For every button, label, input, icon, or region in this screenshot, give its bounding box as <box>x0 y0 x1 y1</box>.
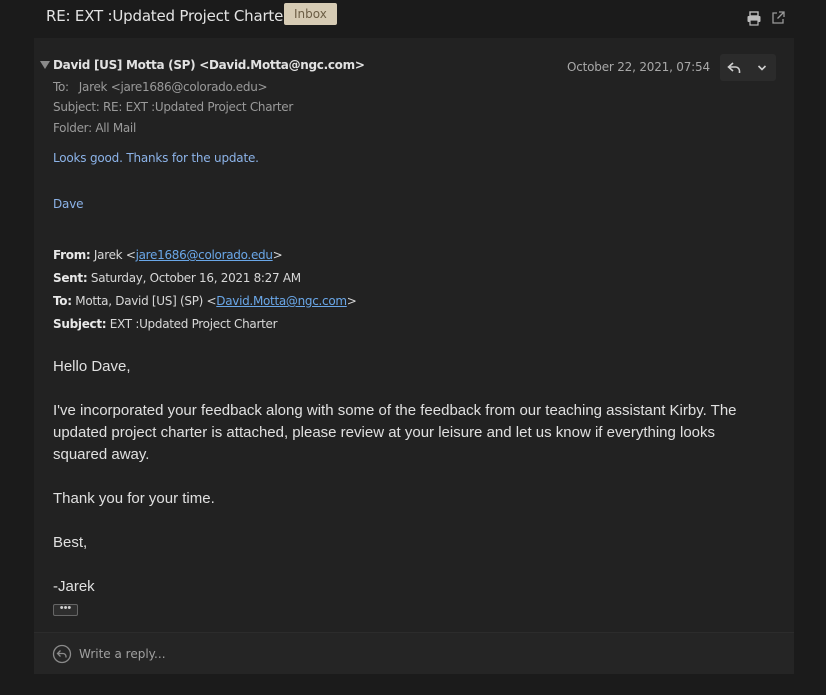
quoted-sent-label: Sent: <box>53 271 88 285</box>
conversation-header: RE: EXT :Updated Project Charter Inbox <box>0 0 826 38</box>
quoted-to-name: Motta, David [US] (SP) < <box>71 294 217 308</box>
quoted-sent-value: Saturday, October 16, 2021 8:27 AM <box>87 271 301 285</box>
quoted-subject-line: Subject: EXT :Updated Project Charter <box>53 317 278 331</box>
quoted-subject-label: Subject: <box>53 317 107 331</box>
print-icon[interactable] <box>746 10 762 26</box>
quoted-sent-line: Sent: Saturday, October 16, 2021 8:27 AM <box>53 271 301 285</box>
quoted-to-label: To: <box>53 294 72 308</box>
message-card: David [US] Motta (SP) <David.Motta@ngc.c… <box>34 38 794 674</box>
header-actions <box>746 10 786 26</box>
collapse-triangle-icon[interactable] <box>40 61 50 69</box>
more-actions-button[interactable] <box>748 54 776 81</box>
body-paragraph: I've incorporated your feedback along wi… <box>53 402 737 463</box>
body-name: -Jarek <box>53 578 95 595</box>
conversation-subject: RE: EXT :Updated Project Charter <box>46 7 290 25</box>
reply-signature: Dave <box>53 197 84 211</box>
quoted-to-email-link[interactable]: David.Motta@ngc.com <box>216 294 347 308</box>
show-trimmed-content-button[interactable]: ••• <box>53 603 78 616</box>
reply-circle-icon <box>52 644 72 664</box>
quoted-to-line: To: Motta, David [US] (SP) <David.Motta@… <box>53 294 357 308</box>
reply-text: Looks good. Thanks for the update. <box>53 151 259 165</box>
to-label: To: <box>53 80 69 94</box>
popout-icon[interactable] <box>770 10 786 26</box>
reply-button[interactable] <box>720 54 748 81</box>
quoted-from-line: From: Jarek <jare1686@colorado.edu> <box>53 248 283 262</box>
reply-box[interactable]: Write a reply... <box>34 632 794 674</box>
message-date: October 22, 2021, 07:54 <box>567 60 710 74</box>
inbox-label-badge[interactable]: Inbox <box>284 3 337 25</box>
quoted-subject-value: EXT :Updated Project Charter <box>106 317 278 331</box>
folder-line: Folder: All Mail <box>53 121 136 135</box>
reply-input-placeholder[interactable]: Write a reply... <box>79 647 166 661</box>
body-thanks: Thank you for your time. <box>53 490 215 507</box>
quoted-from-name: Jarek < <box>90 248 136 262</box>
body-closing: Best, <box>53 534 88 551</box>
to-recipient[interactable]: Jarek <jare1686@colorado.edu> <box>79 80 268 94</box>
message-sender[interactable]: David [US] Motta (SP) <David.Motta@ngc.c… <box>53 58 365 72</box>
quoted-from-email-link[interactable]: jare1686@colorado.edu <box>136 248 273 262</box>
reply-icon <box>727 61 741 73</box>
subject-line: Subject: RE: EXT :Updated Project Charte… <box>53 100 294 114</box>
chevron-down-icon <box>757 64 767 71</box>
to-line: To: Jarek <jare1686@colorado.edu> <box>53 80 268 94</box>
quoted-from-label: From: <box>53 248 91 262</box>
quoted-to-close: > <box>346 294 357 308</box>
quoted-from-close: > <box>272 248 283 262</box>
body-greeting: Hello Dave, <box>53 358 131 375</box>
message-actions <box>720 54 776 81</box>
